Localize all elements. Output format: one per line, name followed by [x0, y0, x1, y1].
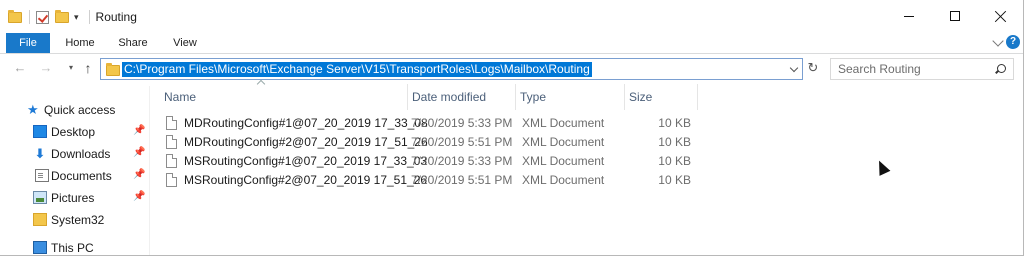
file-size: 10 KB: [658, 135, 691, 149]
maximize-button[interactable]: [932, 0, 978, 32]
star-icon: ★: [27, 102, 39, 117]
table-row[interactable]: MDRoutingConfig#2@07_20_2019 17_51_26 7/…: [161, 133, 701, 152]
search-input[interactable]: Search Routing: [830, 58, 1014, 80]
table-row[interactable]: MSRoutingConfig#2@07_20_2019 17_51_26 7/…: [161, 171, 701, 190]
search-icon: [995, 64, 1006, 74]
nav-item-label: Pictures: [51, 191, 95, 205]
file-size: 10 KB: [658, 173, 691, 187]
file-size: 10 KB: [658, 154, 691, 168]
file-name: MDRoutingConfig#1@07_20_2019 17_33_08: [184, 116, 428, 130]
file-type: XML Document: [522, 173, 605, 187]
title-bar: ▾ Routing: [0, 0, 1023, 33]
file-name: MSRoutingConfig#1@07_20_2019 17_33_03: [184, 154, 428, 168]
navigation-pane: ★ Quick access Desktop 📌 ⬇ Downloads 📌 D…: [0, 86, 150, 255]
file-type: XML Document: [522, 135, 605, 149]
address-path[interactable]: C:\Program Files\Microsoft\Exchange Serv…: [122, 62, 592, 77]
window-controls: [886, 0, 1023, 32]
up-button[interactable]: ↑: [80, 60, 96, 76]
folder-icon: [106, 63, 120, 76]
xml-file-icon: [166, 154, 177, 168]
close-button[interactable]: [978, 0, 1023, 32]
nav-item-label: Quick access: [44, 103, 116, 117]
file-name: MDRoutingConfig#2@07_20_2019 17_51_26: [184, 135, 428, 149]
toolbar-divider: [88, 10, 90, 24]
nav-item-label: System32: [51, 213, 105, 227]
ribbon-tabs: File Home Share View ?: [0, 33, 1023, 54]
pin-icon: 📌: [133, 125, 146, 136]
nav-item-documents[interactable]: Documents 📌: [0, 166, 150, 186]
nav-item-label: Downloads: [51, 147, 111, 161]
file-date: 7/20/2019 5:33 PM: [411, 154, 513, 168]
tab-view[interactable]: View: [165, 33, 205, 53]
folder-icon: [8, 9, 22, 24]
file-explorer-window: ▾ Routing File Home Share View ? ← → ▾ ↑…: [0, 0, 1024, 256]
tab-share[interactable]: Share: [113, 33, 153, 53]
table-row[interactable]: MSRoutingConfig#1@07_20_2019 17_33_03 7/…: [161, 152, 701, 171]
pin-icon: 📌: [133, 169, 146, 180]
xml-file-icon: [166, 173, 177, 187]
column-header-size[interactable]: Size: [625, 86, 697, 108]
column-header-name[interactable]: Name: [160, 86, 407, 108]
nav-item-downloads[interactable]: ⬇ Downloads 📌: [0, 144, 150, 164]
window-title: Routing: [95, 10, 137, 24]
file-date: 7/20/2019 5:51 PM: [411, 173, 513, 187]
refresh-button[interactable]: ↻: [806, 61, 820, 75]
recent-locations-button[interactable]: ▾: [63, 60, 79, 76]
minimize-button[interactable]: [886, 0, 932, 32]
help-icon[interactable]: ?: [1006, 35, 1020, 49]
column-header-date-modified[interactable]: Date modified: [408, 86, 515, 108]
pin-icon: 📌: [133, 191, 146, 202]
pictures-icon: [33, 191, 47, 204]
folder-icon: [33, 213, 47, 226]
file-list: Name Date modified Type Size MDRoutingCo…: [151, 79, 1023, 255]
download-icon: ⬇: [34, 146, 46, 161]
quick-access-toolbar: ▾ Routing: [8, 9, 137, 25]
tab-home[interactable]: Home: [57, 33, 103, 53]
nav-item-label: Desktop: [51, 125, 96, 139]
nav-item-this-pc[interactable]: This PC: [0, 238, 150, 255]
computer-icon: [33, 241, 47, 254]
nav-item-label: This PC: [51, 241, 94, 255]
pin-icon: 📌: [133, 147, 146, 158]
close-icon: [995, 10, 1007, 22]
minimize-icon: [904, 15, 914, 17]
table-row[interactable]: MDRoutingConfig#1@07_20_2019 17_33_08 7/…: [161, 114, 701, 133]
nav-item-quick-access[interactable]: ★ Quick access: [0, 100, 150, 120]
maximize-icon: [950, 11, 960, 21]
documents-icon: [35, 169, 49, 182]
file-name: MSRoutingConfig#2@07_20_2019 17_51_26: [184, 173, 428, 187]
properties-check-icon[interactable]: [36, 10, 50, 24]
address-bar[interactable]: C:\Program Files\Microsoft\Exchange Serv…: [100, 58, 803, 80]
address-row: ← → ▾ ↑ C:\Program Files\Microsoft\Excha…: [0, 54, 1023, 84]
toolbar-divider: [29, 10, 30, 24]
forward-button[interactable]: →: [38, 60, 54, 76]
file-size: 10 KB: [658, 116, 691, 130]
file-type: XML Document: [522, 154, 605, 168]
address-dropdown-icon[interactable]: [789, 63, 799, 73]
xml-file-icon: [166, 135, 177, 149]
nav-item-pictures[interactable]: Pictures 📌: [0, 188, 150, 208]
desktop-icon: [33, 125, 47, 138]
nav-item-desktop[interactable]: Desktop 📌: [0, 122, 150, 142]
column-header-type[interactable]: Type: [516, 86, 624, 108]
file-date: 7/20/2019 5:51 PM: [411, 135, 513, 149]
back-button[interactable]: ←: [12, 60, 28, 76]
customize-toolbar-arrow-icon[interactable]: ▾: [74, 10, 79, 24]
new-folder-icon[interactable]: [55, 9, 69, 24]
search-placeholder: Search Routing: [838, 62, 921, 76]
column-divider[interactable]: [697, 84, 698, 110]
expand-ribbon-chevron-icon[interactable]: [992, 35, 1004, 47]
nav-item-system32[interactable]: System32: [0, 210, 150, 230]
tab-file[interactable]: File: [6, 33, 50, 53]
file-type: XML Document: [522, 116, 605, 130]
file-date: 7/20/2019 5:33 PM: [411, 116, 513, 130]
xml-file-icon: [166, 116, 177, 130]
nav-item-label: Documents: [51, 169, 112, 183]
